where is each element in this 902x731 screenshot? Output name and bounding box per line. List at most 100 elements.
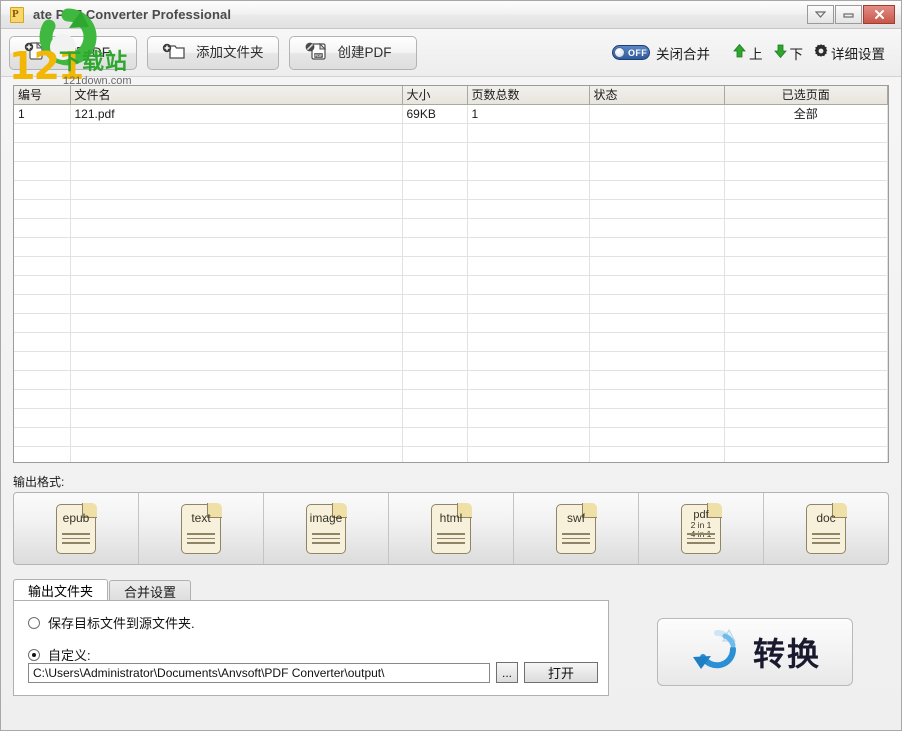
- cell-size: 69KB: [402, 104, 468, 124]
- format-option-html[interactable]: html: [389, 493, 514, 564]
- move-up-button[interactable]: 上: [732, 43, 763, 63]
- arrow-down-icon: [773, 43, 788, 62]
- merge-toggle[interactable]: OFF: [612, 45, 650, 60]
- radio-source-folder[interactable]: [28, 616, 40, 629]
- radio-row-source-folder[interactable]: 保存目标文件到源文件夹.: [28, 613, 594, 632]
- column-header-size[interactable]: 大小: [402, 86, 468, 105]
- table-row-empty[interactable]: [14, 294, 888, 314]
- cell-name: 121.pdf: [70, 104, 403, 124]
- add-folder-button[interactable]: 添加文件夹: [147, 35, 279, 70]
- table-row-empty[interactable]: [14, 389, 888, 409]
- table-row-empty[interactable]: [14, 218, 888, 238]
- table-row-empty[interactable]: [14, 370, 888, 390]
- table-row-empty[interactable]: [14, 142, 888, 162]
- create-pdf-icon: PDF: [304, 41, 328, 64]
- format-option-swf[interactable]: swf: [514, 493, 639, 564]
- radio-custom[interactable]: [28, 648, 40, 661]
- column-header-name[interactable]: 文件名: [70, 86, 403, 105]
- table-row-empty[interactable]: [14, 427, 888, 447]
- table-row[interactable]: 1 121.pdf 69KB 1 全部: [14, 104, 888, 124]
- epub-document-icon: epub: [56, 502, 97, 554]
- application-window: P ate PDF Converter Professional 添加PDF 添…: [0, 0, 902, 731]
- title-bar: P ate PDF Converter Professional: [1, 1, 901, 29]
- tab-content-output-folder: 保存目标文件到源文件夹. 自定义: ... 打开: [13, 600, 609, 696]
- table-row-empty[interactable]: [14, 408, 888, 428]
- add-pdf-label: 添加PDF: [56, 44, 110, 60]
- column-header-no[interactable]: 编号: [14, 86, 71, 105]
- table-header-row: 编号 文件名 大小 页数总数 状态 已选页面: [14, 86, 888, 105]
- add-pdf-button[interactable]: 添加PDF: [9, 35, 137, 70]
- browse-button[interactable]: ...: [495, 662, 518, 683]
- create-pdf-button[interactable]: PDF 创建PDF: [288, 35, 417, 70]
- table-row-empty[interactable]: [14, 199, 888, 219]
- cell-status: [589, 104, 725, 124]
- image-document-icon: image: [306, 502, 347, 554]
- gear-icon: [813, 43, 829, 62]
- output-format-label: 输出格式:: [13, 475, 65, 489]
- table-body: 1 121.pdf 69KB 1 全部: [14, 104, 888, 462]
- add-folder-label: 添加文件夹: [196, 44, 264, 60]
- app-icon-letter: P: [12, 7, 19, 20]
- app-icon: P: [9, 6, 25, 23]
- file-list-table: 编号 文件名 大小 页数总数 状态 已选页面 1 121.pdf 69KB 1 全部: [14, 86, 888, 462]
- move-up-label: 上: [749, 46, 763, 62]
- format-label-html: html: [439, 510, 463, 525]
- close-button[interactable]: [863, 5, 895, 24]
- merge-toggle-label[interactable]: 关闭合并: [656, 43, 710, 63]
- pdf-document-icon: pdf2 in 14 in 1: [681, 502, 722, 554]
- detailed-settings-label: 详细设置: [831, 46, 885, 62]
- tab-0[interactable]: 输出文件夹: [13, 579, 109, 601]
- convert-button[interactable]: 转换: [657, 618, 853, 686]
- table-row-empty[interactable]: [14, 332, 888, 352]
- column-header-pages[interactable]: 页数总数: [467, 86, 590, 105]
- format-label-epub: epub: [62, 510, 90, 525]
- cell-no: 1: [14, 104, 71, 124]
- window-controls: [807, 5, 899, 24]
- table-row-empty[interactable]: [14, 256, 888, 276]
- bottom-section: 输出文件夹合并设置 保存目标文件到源文件夹. 自定义: ... 打开: [1, 579, 901, 707]
- toggle-state-label: OFF: [628, 48, 648, 58]
- table-row-empty[interactable]: [14, 123, 888, 143]
- convert-label: 转换: [752, 636, 821, 672]
- open-folder-button[interactable]: 打开: [524, 662, 598, 683]
- format-option-doc[interactable]: doc: [764, 493, 888, 564]
- add-folder-icon: [162, 41, 186, 64]
- output-path-input[interactable]: [28, 662, 490, 683]
- format-option-pdf[interactable]: pdf2 in 14 in 1: [639, 493, 764, 564]
- dropdown-icon[interactable]: [807, 5, 834, 24]
- column-header-status[interactable]: 状态: [589, 86, 725, 105]
- text-document-icon: text: [181, 502, 222, 554]
- cell-sel: 全部: [724, 104, 888, 124]
- output-path-row: ... 打开: [28, 662, 598, 683]
- radio-source-folder-label: 保存目标文件到源文件夹.: [48, 616, 195, 631]
- output-settings-panel: 输出文件夹合并设置 保存目标文件到源文件夹. 自定义: ... 打开: [13, 579, 609, 707]
- table-row-empty[interactable]: [14, 180, 888, 200]
- tab-strip: 输出文件夹 合并设置: [13, 579, 609, 601]
- create-pdf-label: 创建PDF: [337, 44, 392, 60]
- add-pdf-icon: [24, 41, 46, 64]
- toolbar-right-group: OFF 关闭合并 上 下 详细设置: [612, 43, 893, 63]
- table-row-empty[interactable]: [14, 237, 888, 257]
- format-option-text[interactable]: text: [139, 493, 264, 564]
- table-row-empty[interactable]: [14, 275, 888, 295]
- doc-document-icon: doc: [806, 502, 847, 554]
- detailed-settings-button[interactable]: 详细设置: [813, 43, 885, 63]
- format-label-image: image: [309, 510, 343, 525]
- table-row-empty[interactable]: [14, 161, 888, 181]
- move-down-label: 下: [789, 46, 804, 62]
- format-option-epub[interactable]: epub: [14, 493, 139, 564]
- main-toolbar: 添加PDF 添加文件夹 PDF 创建PDF OFF 关闭合并 上 下 详细设置: [1, 29, 901, 77]
- file-list-panel[interactable]: 编号 文件名 大小 页数总数 状态 已选页面 1 121.pdf 69KB 1 全部: [13, 85, 889, 463]
- move-down-button[interactable]: 下: [773, 43, 804, 63]
- format-option-image[interactable]: image: [264, 493, 389, 564]
- column-header-sel[interactable]: 已选页面: [724, 86, 888, 105]
- cell-pages: 1: [467, 104, 590, 124]
- table-row-empty[interactable]: [14, 446, 888, 462]
- tab-1[interactable]: 合并设置: [109, 580, 192, 601]
- table-row-empty[interactable]: [14, 351, 888, 371]
- convert-refresh-icon: [689, 625, 745, 680]
- html-document-icon: html: [431, 502, 472, 554]
- svg-text:PDF: PDF: [314, 53, 323, 58]
- minimize-button[interactable]: [835, 5, 862, 24]
- table-row-empty[interactable]: [14, 313, 888, 333]
